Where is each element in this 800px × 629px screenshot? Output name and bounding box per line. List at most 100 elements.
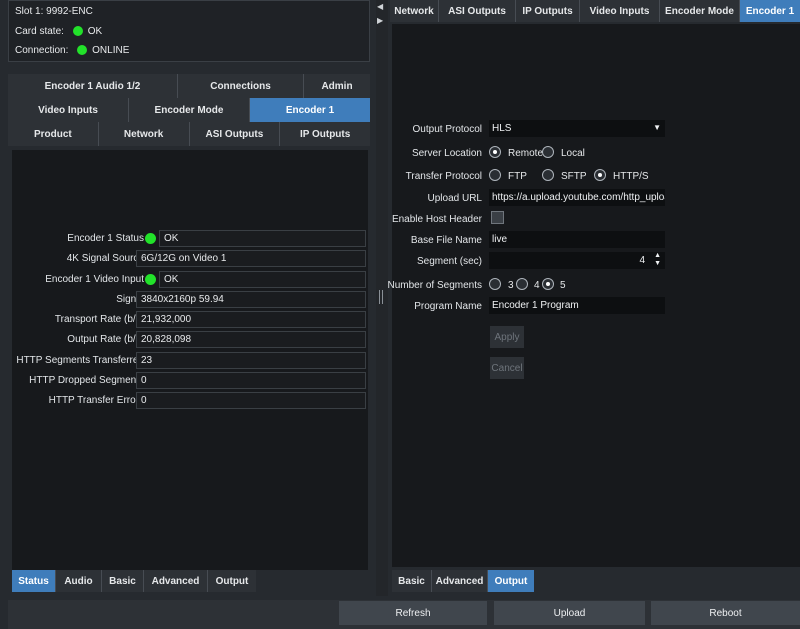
radio-https[interactable] [594,169,606,181]
output-settings-panel: Output Protocol HLS ▼ Server Location Re… [388,24,800,567]
base-file-row: Base File Name live [392,231,800,249]
segment-row: Segment (sec) 4 ▲ ▼ [392,252,800,270]
status-indicator [145,274,156,285]
radio-segments-4-label: 4 [534,280,540,291]
server-location-row: Server Location Remote Local [392,144,800,162]
radio-remote[interactable] [489,146,501,158]
tab-network-right[interactable]: Network [390,0,439,22]
radio-https-label: HTTP/S [613,171,649,182]
tab-encoder-mode[interactable]: Encoder Mode [129,98,250,122]
program-name-label: Program Name [414,301,482,312]
upload-button[interactable]: Upload [494,601,645,625]
tab-video-inputs-right[interactable]: Video Inputs [580,0,660,22]
tab-ip-outputs[interactable]: IP Outputs [280,122,370,146]
radio-sftp[interactable] [542,169,554,181]
tab-admin[interactable]: Admin [304,74,370,98]
right-tab-row: Network ASI Outputs IP Outputs Video Inp… [390,0,800,22]
scroll-left-icon[interactable]: ◀ [377,2,383,11]
card-info-panel: Slot 1: 9992-ENC Card state: OK Connecti… [8,0,370,62]
status-row-transport-rate: Transport Rate (b/s) 21,932,000 [12,311,368,329]
tab-basic[interactable]: Basic [102,570,144,592]
output-protocol-row: Output Protocol HLS ▼ [392,120,800,138]
tab-asi-outputs-right[interactable]: ASI Outputs [439,0,516,22]
tab-encoder-mode-right[interactable]: Encoder Mode [660,0,740,22]
num-segments-row: Number of Segments 3 4 5 [388,276,800,294]
tab-ip-outputs-right[interactable]: IP Outputs [516,0,580,22]
left-tab-row-2: Video Inputs Encoder Mode Encoder 1 [8,98,370,122]
segment-label: Segment (sec) [416,256,482,267]
refresh-button[interactable]: Refresh [339,601,487,625]
left-tab-row-3: Product Network ASI Outputs IP Outputs [8,122,370,146]
base-file-label: Base File Name [410,235,482,246]
upload-url-row: Upload URL https://a.upload.youtube.com/… [392,189,800,207]
transfer-protocol-row: Transfer Protocol FTP SFTP HTTP/S [392,167,800,185]
tab-audio[interactable]: Audio [56,570,102,592]
tab-connections[interactable]: Connections [178,74,304,98]
status-value: OK [159,271,366,288]
upload-url-label: Upload URL [427,193,482,204]
status-label: Output Rate (b/s) [67,334,144,345]
connection-label: Connection: [15,45,69,56]
status-row-dropped-segments: HTTP Dropped Segments 0 [12,372,368,390]
reboot-button[interactable]: Reboot [651,601,800,625]
right-bottom-tabs: Basic Advanced Output [392,570,534,592]
status-value: 6G/12G on Video 1 [136,250,366,267]
stepper-arrows-icon[interactable]: ▲ ▼ [654,252,661,268]
status-label: Encoder 1 Video Input [45,274,144,285]
tab-status[interactable]: Status [12,570,56,592]
radio-segments-5-label: 5 [560,280,566,291]
footer-bar: Refresh Upload Reboot [8,600,800,629]
scroll-right-icon[interactable]: ▶ [377,16,383,25]
radio-local[interactable] [542,146,554,158]
radio-ftp[interactable] [489,169,501,181]
status-value: OK [159,230,366,247]
tab-asi-outputs[interactable]: ASI Outputs [189,122,281,146]
status-row-video-input: Encoder 1 Video Input OK [12,271,368,289]
radio-segments-5[interactable] [542,278,554,290]
status-label: HTTP Segments Transferred [16,355,144,366]
tab-network[interactable]: Network [98,122,190,146]
status-row-signal: Signal 3840x2160p 59.94 [12,291,368,309]
num-segments-label: Number of Segments [387,280,483,291]
upload-url-input[interactable]: https://a.upload.youtube.com/http_upload… [489,189,665,206]
status-panel: Encoder 1 Status OK 4K Signal Source 6G/… [12,150,368,570]
status-label: 4K Signal Source [66,253,144,264]
radio-sftp-label: SFTP [561,171,587,182]
tab-output-right[interactable]: Output [488,570,534,592]
chevron-down-icon: ▼ [653,123,661,132]
server-location-label: Server Location [411,148,482,159]
output-protocol-label: Output Protocol [412,124,482,135]
tab-encoder-audio[interactable]: Encoder 1 Audio 1/2 [8,74,178,98]
card-state: Card state: OK [15,26,102,37]
base-file-input[interactable]: live [489,231,665,248]
radio-segments-4[interactable] [516,278,528,290]
status-row-transfer-errors: HTTP Transfer Errors 0 [12,392,368,410]
status-row-segments-transferred: HTTP Segments Transferred 23 [12,352,368,370]
program-name-input[interactable]: Encoder 1 Program [489,297,665,314]
tab-video-inputs[interactable]: Video Inputs [8,98,129,122]
slot-label: Slot 1: 9992-ENC [15,6,93,17]
segment-stepper[interactable]: 4 ▲ ▼ [489,252,665,269]
tab-output[interactable]: Output [208,570,256,592]
radio-ftp-label: FTP [508,171,527,182]
apply-button[interactable]: Apply [490,326,524,348]
tab-encoder-1-right[interactable]: Encoder 1 [740,0,800,22]
tab-basic-right[interactable]: Basic [392,570,432,592]
status-label: Encoder 1 Status [67,233,144,244]
tab-advanced-right[interactable]: Advanced [432,570,488,592]
tab-product[interactable]: Product [8,122,99,146]
host-header-checkbox[interactable] [491,211,504,224]
status-value: 3840x2160p 59.94 [136,291,366,308]
cancel-button[interactable]: Cancel [490,357,524,379]
status-value: 0 [136,372,366,389]
transfer-protocol-label: Transfer Protocol [405,171,482,182]
splitter[interactable]: ◀ ▶ [376,0,388,596]
radio-segments-3[interactable] [489,278,501,290]
status-row-signal-source: 4K Signal Source 6G/12G on Video 1 [12,250,368,268]
connection-indicator [77,45,88,56]
status-label: Transport Rate (b/s) [54,314,144,325]
output-protocol-select[interactable]: HLS ▼ [489,120,665,137]
tab-encoder-1[interactable]: Encoder 1 [250,98,370,122]
tab-advanced[interactable]: Advanced [144,570,208,592]
radio-local-label: Local [561,148,585,159]
